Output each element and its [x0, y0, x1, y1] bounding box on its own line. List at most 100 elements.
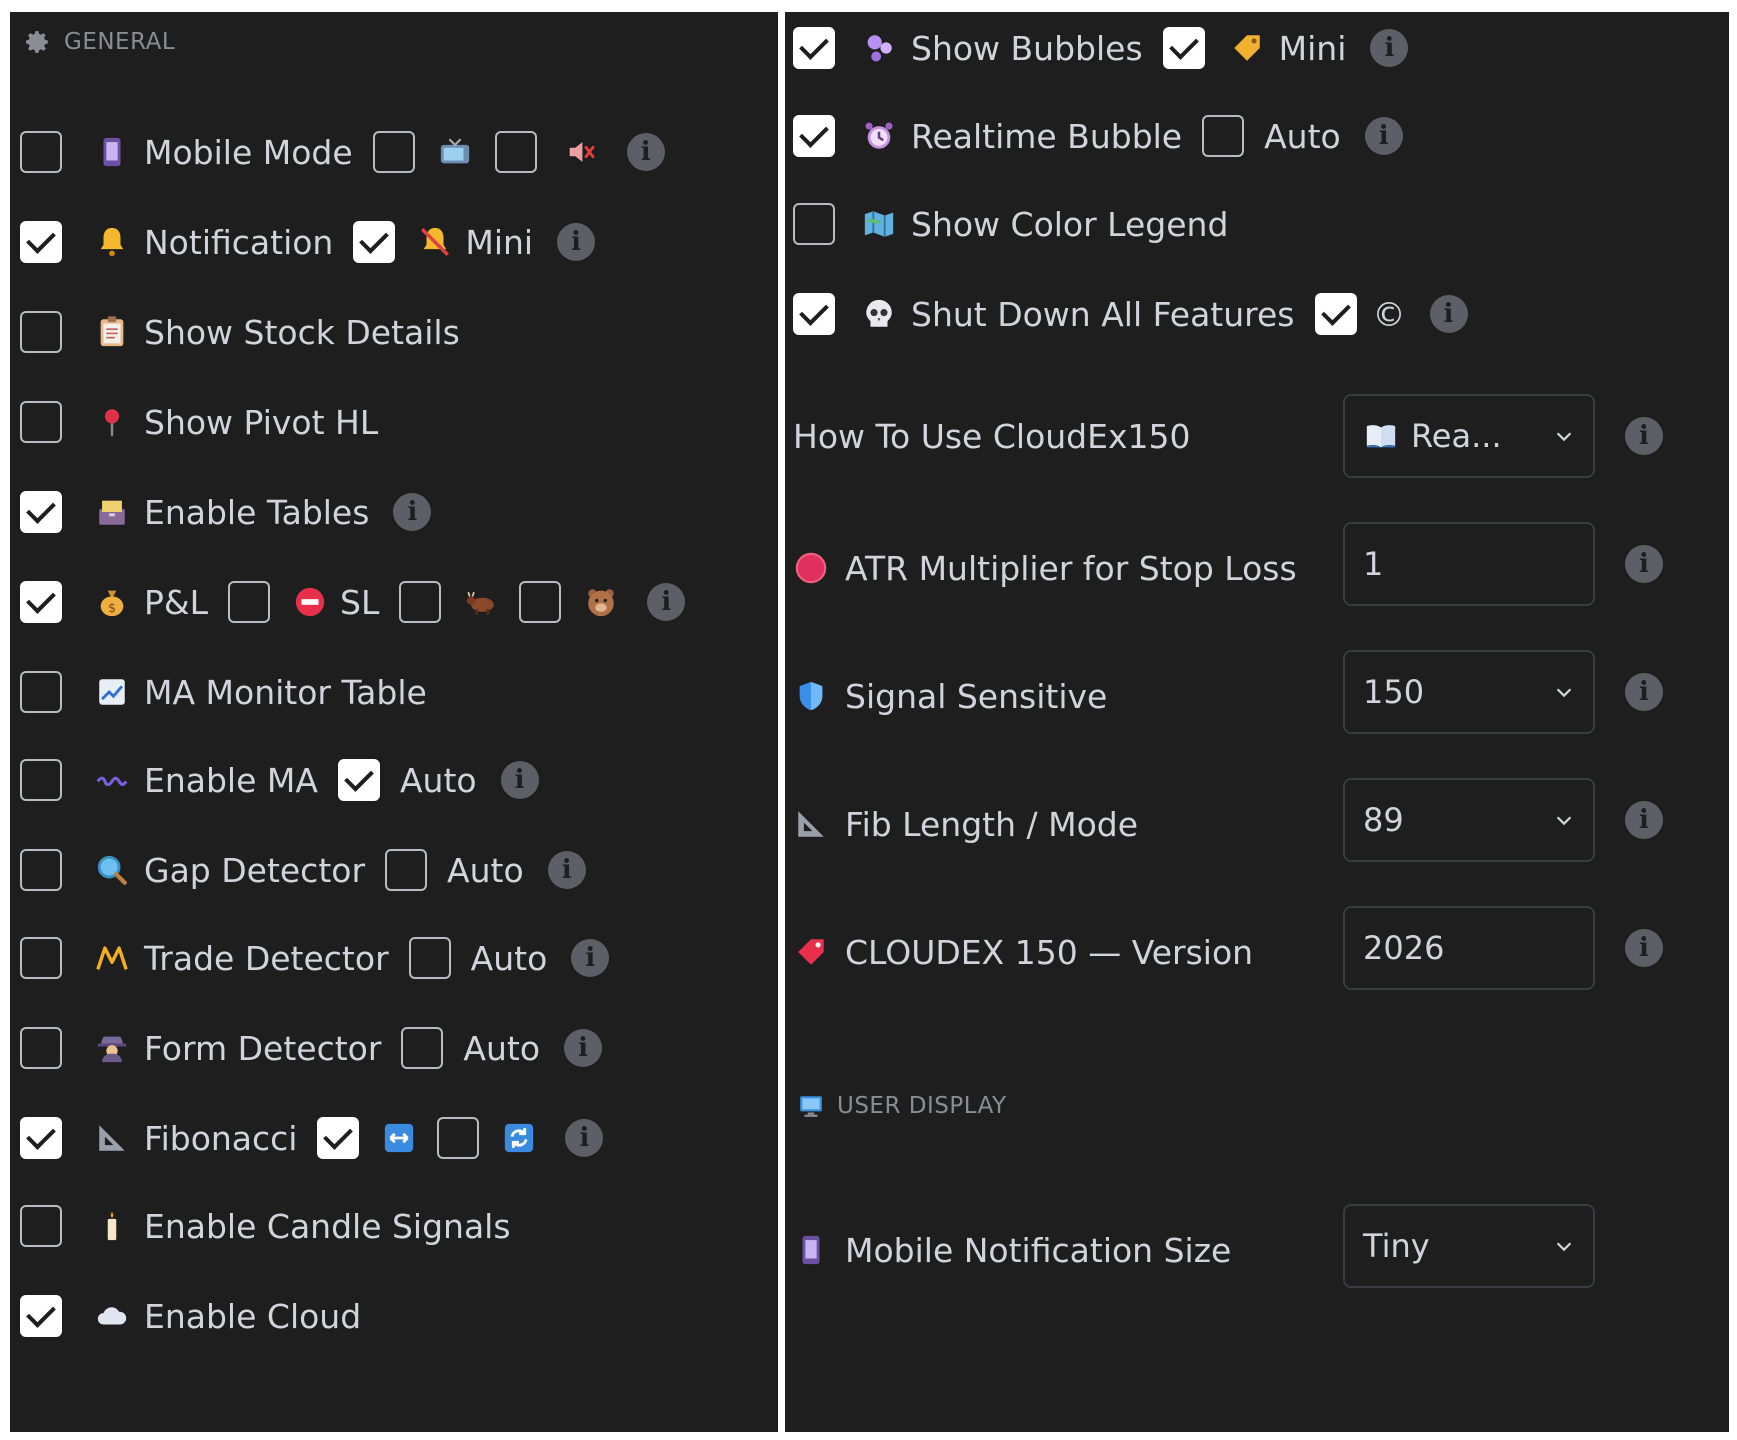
row-mobile-mode: Mobile Mode — [20, 126, 665, 178]
row-show-color-legend: Show Color Legend — [793, 198, 1228, 250]
general-panel: GENERAL Mobile Mode Notification Mini — [10, 12, 778, 1432]
fibonacci-extend-checkbox[interactable] — [317, 1117, 360, 1159]
form-detector-checkbox[interactable] — [20, 1027, 62, 1069]
atr-multiplier-input[interactable]: 1 — [1343, 522, 1595, 606]
row-how-to-use: How To Use CloudEx150 — [793, 410, 1190, 462]
show-bubbles-info-icon[interactable] — [1370, 29, 1409, 67]
map-icon — [861, 206, 897, 242]
shut-down-all-features-checkbox[interactable] — [793, 293, 835, 335]
triangular-ruler-icon — [793, 806, 829, 842]
show-stock-details-checkbox[interactable] — [20, 311, 62, 353]
enable-tables-info-icon[interactable] — [393, 493, 432, 531]
row-mobile-notification-size: Mobile Notification Size — [793, 1224, 1231, 1276]
fibonacci-refresh-checkbox[interactable] — [437, 1117, 480, 1159]
how-to-use-select[interactable]: Rea... — [1343, 394, 1595, 478]
show-color-legend-label: Show Color Legend — [911, 204, 1229, 244]
shut-down-info-icon[interactable] — [1429, 295, 1468, 333]
trade-detector-auto-checkbox[interactable] — [408, 937, 451, 979]
show-bubbles-label: Show Bubbles — [911, 28, 1143, 68]
form-detector-auto-checkbox[interactable] — [401, 1027, 444, 1069]
trade-detector-info-icon[interactable] — [571, 939, 610, 977]
enable-ma-info-icon[interactable] — [500, 761, 539, 799]
mobile-phone-icon — [793, 1232, 829, 1268]
signal-sensitive-label: Signal Sensitive — [845, 676, 1108, 716]
general-section-header: GENERAL — [24, 28, 175, 56]
fib-length-mode-info-icon[interactable] — [1625, 801, 1663, 839]
chart-increasing-icon — [94, 674, 130, 710]
chevron-down-icon — [1553, 809, 1575, 831]
trade-detector-checkbox[interactable] — [20, 937, 62, 979]
row-enable-ma: Enable MA Auto — [20, 754, 539, 806]
magnifying-glass-icon — [94, 852, 130, 888]
enable-tables-checkbox[interactable] — [20, 491, 62, 533]
gap-detector-checkbox[interactable] — [20, 849, 62, 891]
mobile-mode-info-icon[interactable] — [626, 133, 665, 171]
enable-ma-auto-checkbox[interactable] — [337, 759, 380, 801]
enable-ma-auto-label: Auto — [399, 760, 477, 800]
money-bag-icon: $ — [94, 584, 130, 620]
notification-label: Notification — [144, 222, 334, 262]
realtime-bubble-auto-checkbox[interactable] — [1202, 115, 1245, 157]
bell-off-icon — [417, 224, 453, 260]
copyright-symbol: © — [1372, 294, 1406, 334]
row-form-detector: Form Detector Auto — [20, 1022, 603, 1074]
row-ma-monitor-table: MA Monitor Table — [20, 666, 427, 718]
chevron-down-icon — [1553, 681, 1575, 703]
pnl-info-icon[interactable] — [647, 583, 686, 621]
pnl-bear-checkbox[interactable] — [519, 581, 562, 623]
show-bubbles-checkbox[interactable] — [793, 27, 835, 69]
muted-speaker-icon — [563, 134, 599, 170]
enable-cloud-label: Enable Cloud — [144, 1296, 362, 1336]
ma-monitor-table-checkbox[interactable] — [20, 671, 62, 713]
atr-multiplier-info-icon[interactable] — [1625, 545, 1663, 583]
how-to-use-info-icon[interactable] — [1625, 417, 1663, 455]
form-detector-info-icon[interactable] — [564, 1029, 603, 1067]
show-stock-details-label: Show Stock Details — [144, 312, 460, 352]
pnl-checkbox[interactable] — [20, 581, 62, 623]
mobile-notification-size-label: Mobile Notification Size — [845, 1230, 1232, 1270]
enable-candle-signals-checkbox[interactable] — [20, 1205, 62, 1247]
mobile-mode-mute-checkbox[interactable] — [494, 131, 537, 173]
cloudex-version-info-icon[interactable] — [1625, 929, 1663, 967]
bubbles-icon — [861, 30, 897, 66]
clipboard-icon — [94, 314, 130, 350]
gap-detector-auto-checkbox[interactable] — [385, 849, 428, 891]
mobile-mode-checkbox[interactable] — [20, 131, 62, 173]
notification-mini-checkbox[interactable] — [353, 221, 396, 263]
realtime-bubble-label: Realtime Bubble — [911, 116, 1183, 156]
realtime-bubble-checkbox[interactable] — [793, 115, 835, 157]
row-enable-candle-signals: Enable Candle Signals — [20, 1200, 511, 1252]
signal-sensitive-select[interactable]: 150 — [1343, 650, 1595, 734]
show-pivot-hl-checkbox[interactable] — [20, 401, 62, 443]
pushpin-icon — [94, 404, 130, 440]
red-tag-icon — [793, 934, 829, 970]
open-book-icon — [1363, 418, 1399, 454]
row-show-pivot-hl: Show Pivot HL — [20, 396, 378, 448]
signal-sensitive-info-icon[interactable] — [1625, 673, 1663, 711]
shut-down-copyright-checkbox[interactable] — [1314, 293, 1357, 335]
pnl-sl-checkbox[interactable] — [228, 581, 271, 623]
fib-length-mode-select[interactable]: 89 — [1343, 778, 1595, 862]
candle-icon — [94, 1208, 130, 1244]
fibonacci-checkbox[interactable] — [20, 1117, 62, 1159]
pnl-label: P&L — [144, 582, 209, 622]
cloudex-version-input[interactable]: 2026 — [1343, 906, 1595, 990]
mobile-mode-tv-checkbox[interactable] — [372, 131, 415, 173]
row-gap-detector: Gap Detector Auto — [20, 844, 586, 896]
gap-detector-info-icon[interactable] — [547, 851, 586, 889]
enable-ma-checkbox[interactable] — [20, 759, 62, 801]
user-display-section-title: USER DISPLAY — [837, 1093, 1007, 1119]
show-bubbles-mini-checkbox[interactable] — [1162, 27, 1205, 69]
pnl-bull-checkbox[interactable] — [399, 581, 442, 623]
chevron-down-icon — [1553, 1235, 1575, 1257]
notification-checkbox[interactable] — [20, 221, 62, 263]
fib-length-mode-label: Fib Length / Mode — [845, 804, 1139, 844]
notification-info-icon[interactable] — [557, 223, 596, 261]
realtime-bubble-info-icon[interactable] — [1364, 117, 1403, 155]
enable-cloud-checkbox[interactable] — [20, 1295, 62, 1337]
show-color-legend-checkbox[interactable] — [793, 203, 835, 245]
bull-icon — [463, 584, 499, 620]
fibonacci-info-icon[interactable] — [565, 1119, 604, 1157]
mobile-notification-size-select[interactable]: Tiny — [1343, 1204, 1595, 1288]
row-enable-tables: Enable Tables — [20, 486, 432, 538]
